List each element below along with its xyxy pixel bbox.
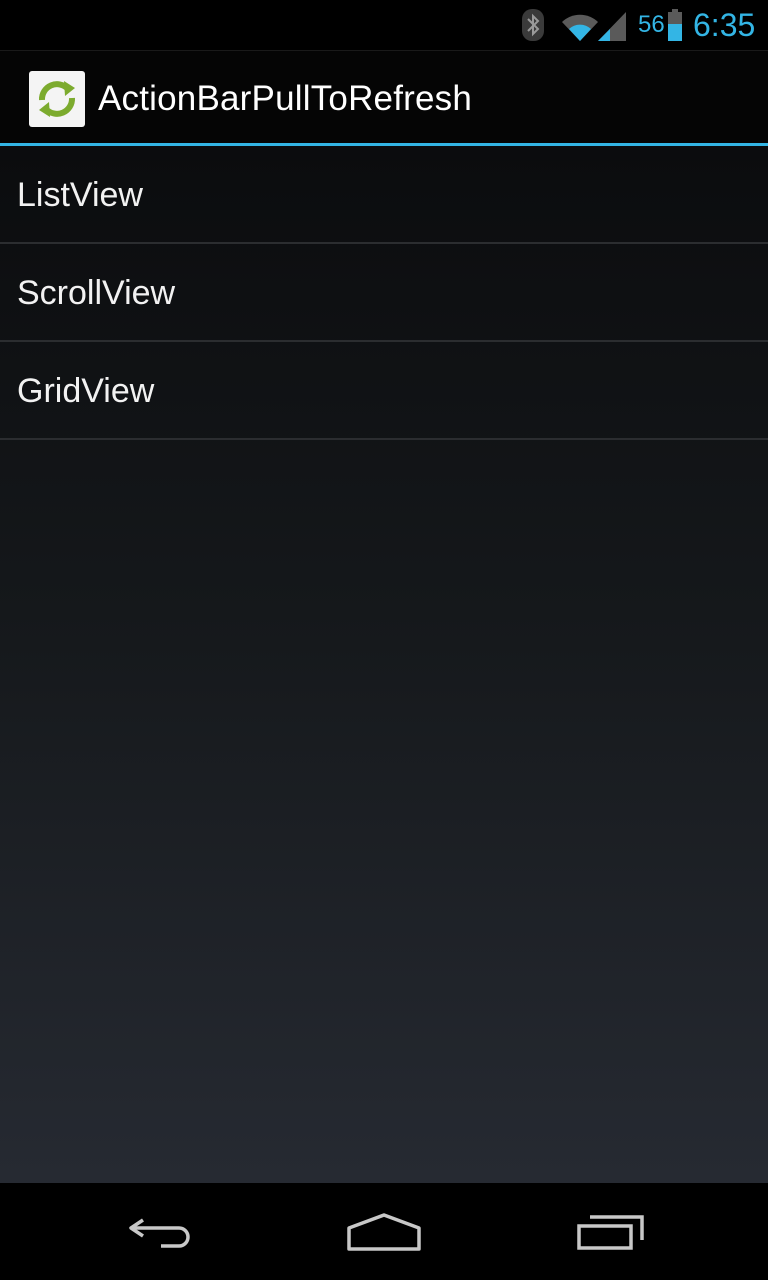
cell-signal-icon xyxy=(598,12,626,41)
recent-apps-icon xyxy=(577,1214,644,1250)
list-item-scrollview[interactable]: ScrollView xyxy=(0,244,768,342)
battery-percent: 56 xyxy=(638,11,665,38)
back-button[interactable] xyxy=(80,1183,240,1280)
content-area: ListView ScrollView GridView xyxy=(0,146,768,1183)
list-item-label: GridView xyxy=(17,372,155,410)
status-bar: 56 6:35 xyxy=(0,0,768,50)
list-item-label: ListView xyxy=(17,176,143,214)
refresh-icon xyxy=(39,81,75,117)
action-bar: ActionBarPullToRefresh xyxy=(0,50,768,145)
bluetooth-icon xyxy=(522,9,544,41)
screen: 56 6:35 ActionBarPullToRefresh ListView … xyxy=(0,0,768,1280)
recent-apps-button[interactable] xyxy=(530,1183,690,1280)
list-item-listview[interactable]: ListView xyxy=(0,146,768,244)
app-title: ActionBarPullToRefresh xyxy=(98,79,473,118)
home-icon xyxy=(347,1212,421,1251)
list-item-gridview[interactable]: GridView xyxy=(0,342,768,440)
list-item-label: ScrollView xyxy=(17,274,176,312)
back-icon xyxy=(129,1218,190,1248)
clock: 6:35 xyxy=(693,7,756,43)
app-icon[interactable] xyxy=(29,71,85,127)
navigation-bar xyxy=(0,1183,768,1280)
home-button[interactable] xyxy=(304,1183,464,1280)
wifi-icon xyxy=(562,14,598,42)
battery-icon xyxy=(668,9,682,41)
